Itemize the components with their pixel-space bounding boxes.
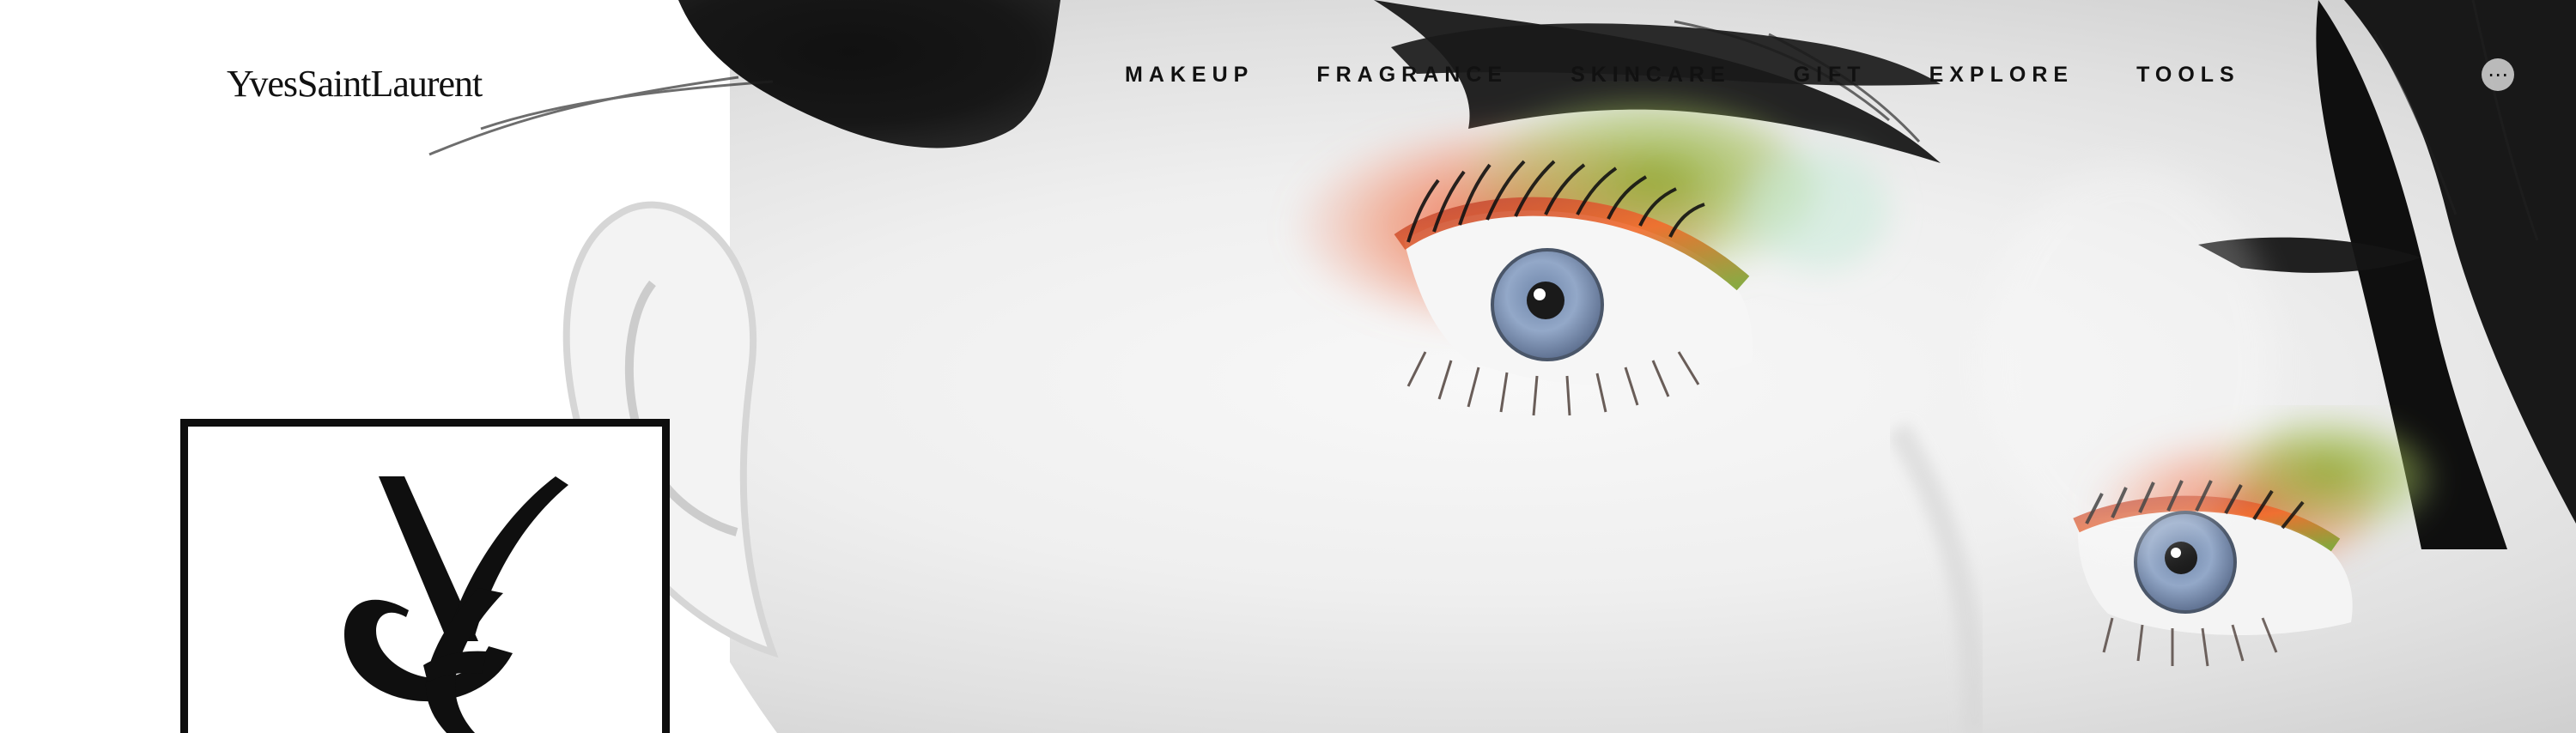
nav-item-fragrance[interactable]: FRAGRANCE <box>1316 64 1508 86</box>
ysl-monogram-box <box>180 419 670 733</box>
main-nav: MAKEUP FRAGRANCE SKINCARE GIFT EXPLORE T… <box>1125 64 2240 86</box>
nav-item-skincare[interactable]: SKINCARE <box>1571 64 1731 86</box>
nav-item-tools[interactable]: TOOLS <box>2136 64 2240 86</box>
site-header: YvesSaintLaurent MAKEUP FRAGRANCE SKINCA… <box>0 0 2576 163</box>
ysl-monogram <box>344 476 568 733</box>
more-icon[interactable]: ⋯ <box>2482 58 2514 91</box>
page: YvesSaintLaurent MAKEUP FRAGRANCE SKINCA… <box>0 0 2576 733</box>
brand-logo[interactable]: YvesSaintLaurent <box>227 65 483 103</box>
nav-item-makeup[interactable]: MAKEUP <box>1125 64 1254 86</box>
nav-item-gift[interactable]: GIFT <box>1794 64 1867 86</box>
nav-item-explore[interactable]: EXPLORE <box>1929 64 2074 86</box>
